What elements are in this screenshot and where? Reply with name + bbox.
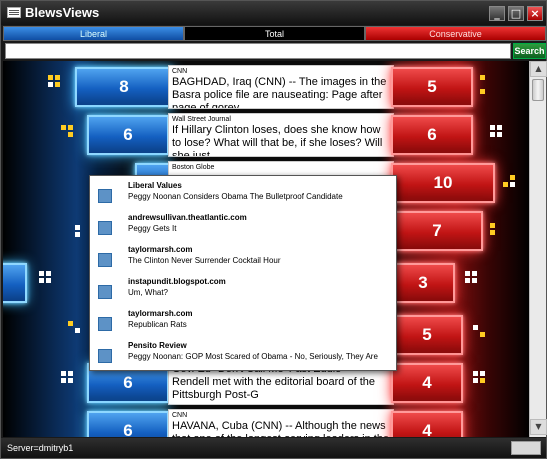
server-status: Server=dmitryb1 [7, 443, 74, 453]
conservative-score-block[interactable]: 3 [391, 263, 455, 303]
tab-conservative[interactable]: Conservative [365, 26, 546, 41]
status-bar: Server=dmitryb1 [1, 438, 546, 458]
article-source: CNN [172, 68, 188, 75]
liberal-score-block[interactable]: 8 [75, 67, 173, 107]
conservative-score-block[interactable]: 10 [391, 163, 495, 203]
article-headline: If Hillary Clinton loses, does she know … [172, 124, 383, 157]
search-button[interactable]: Search [513, 43, 546, 59]
popup-item[interactable]: Pensito Review Peggy Noonan: GOP Most Sc… [96, 340, 392, 370]
popup-item-source: taylormarsh.com [128, 309, 193, 318]
article-headline: BAGHDAD, Iraq (CNN) -- The images in the… [172, 76, 387, 109]
article-source: CNN [172, 412, 188, 419]
liberal-score-block[interactable] [3, 263, 27, 303]
tab-liberal[interactable]: Liberal [3, 26, 184, 41]
vertical-scrollbar[interactable]: ▲ ▼ [529, 61, 547, 437]
conservative-score-block[interactable]: 5 [391, 315, 463, 355]
related-stories-popup: Liberal Values Peggy Noonan Considers Ob… [89, 175, 397, 371]
story-thumbnail-icon [98, 349, 112, 363]
article-card[interactable]: Wall Street Journal If Hillary Clinton l… [168, 113, 394, 157]
news-row[interactable]: 6 CNN HAVANA, Cuba (CNN) -- Although the… [3, 407, 529, 437]
conservative-score-block[interactable]: 6 [391, 115, 473, 155]
conservative-score-block[interactable]: 5 [391, 67, 473, 107]
popup-item-source: Pensito Review [128, 341, 187, 350]
maximize-button[interactable]: □ [508, 6, 524, 21]
story-thumbnail-icon [98, 189, 112, 203]
close-button[interactable]: × [527, 6, 543, 21]
popup-item-source: Liberal Values [128, 181, 182, 190]
popup-item-title: Peggy Gets It [128, 224, 177, 233]
search-input[interactable] [5, 43, 511, 59]
popup-item-title: Republican Rats [128, 320, 187, 329]
popup-item-source: instapundit.blogspot.com [128, 277, 226, 286]
app-window: BlewsViews _ □ × Liberal Total Conservat… [0, 0, 547, 459]
title-bar: BlewsViews _ □ × [1, 1, 546, 25]
scrollbar-thumb[interactable] [532, 79, 544, 101]
tab-bar: Liberal Total Conservative [3, 26, 546, 41]
popup-item[interactable]: instapundit.blogspot.com Um, What? [96, 276, 392, 306]
minimize-button[interactable]: _ [489, 6, 505, 21]
popup-item[interactable]: Liberal Values Peggy Noonan Considers Ob… [96, 180, 392, 210]
article-source: Boston Globe [172, 164, 215, 171]
popup-item[interactable]: taylormarsh.com Republican Rats [96, 308, 392, 338]
popup-item-title: Peggy Noonan Considers Obama The Bulletp… [128, 192, 343, 201]
article-source: Wall Street Journal [172, 116, 231, 123]
tab-total[interactable]: Total [184, 26, 365, 41]
popup-item[interactable]: taylormarsh.com The Clinton Never Surren… [96, 244, 392, 274]
liberal-score-block[interactable]: 6 [87, 115, 169, 155]
popup-item-title: The Clinton Never Surrender Cocktail Hou… [128, 256, 281, 265]
conservative-score-block[interactable]: 7 [391, 211, 483, 251]
news-row[interactable]: 8 CNN BAGHDAD, Iraq (CNN) -- The images … [3, 63, 529, 111]
story-thumbnail-icon [98, 253, 112, 267]
conservative-score-block[interactable]: 4 [391, 411, 463, 437]
popup-item-source: andrewsullivan.theatlantic.com [128, 213, 247, 222]
story-thumbnail-icon [98, 221, 112, 235]
popup-item-source: taylormarsh.com [128, 245, 193, 254]
conservative-score-block[interactable]: 4 [391, 363, 463, 403]
popup-item-title: Um, What? [128, 288, 169, 297]
article-card[interactable]: CNN BAGHDAD, Iraq (CNN) -- The images in… [168, 65, 394, 109]
window-title: BlewsViews [25, 5, 100, 20]
news-row[interactable]: 6 Wall Street Journal If Hillary Clinton… [3, 111, 529, 159]
search-bar: Search [3, 43, 546, 59]
liberal-score-block[interactable]: 6 [87, 411, 169, 437]
popup-item[interactable]: andrewsullivan.theatlantic.com Peggy Get… [96, 212, 392, 242]
article-headline: HAVANA, Cuba (CNN) -- Although the news … [172, 420, 389, 437]
story-thumbnail-icon [98, 317, 112, 331]
status-bar-button[interactable] [511, 441, 541, 455]
story-thumbnail-icon [98, 285, 112, 299]
scroll-up-arrow-icon[interactable]: ▲ [530, 61, 547, 77]
scroll-down-arrow-icon[interactable]: ▼ [530, 419, 547, 435]
popup-item-title: Peggy Noonan: GOP Most Scared of Obama -… [128, 352, 378, 361]
app-icon [7, 7, 21, 18]
article-card[interactable]: CNN HAVANA, Cuba (CNN) -- Although the n… [168, 409, 394, 437]
